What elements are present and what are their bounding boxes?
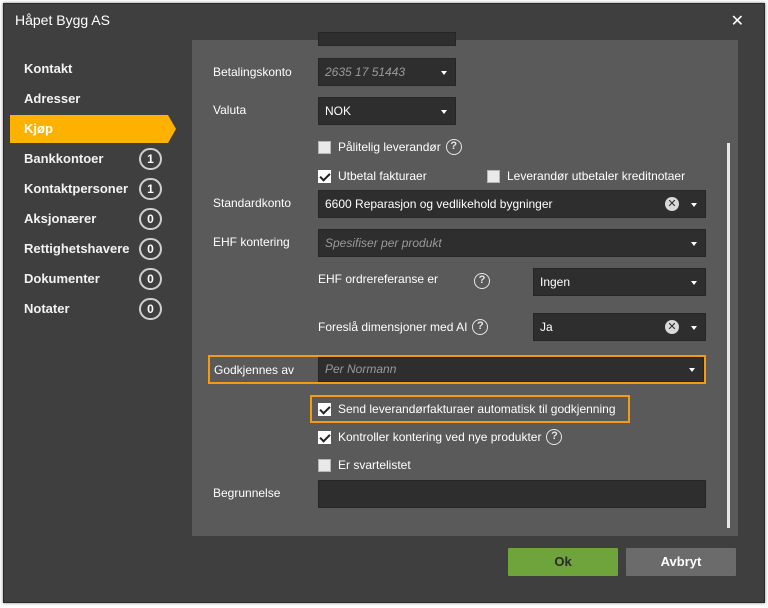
godkjennes-label: Godkjennes av	[214, 363, 295, 377]
chevron-down-icon	[689, 368, 695, 372]
nav-label: Dokumenter	[24, 271, 100, 286]
send-auto-checkbox[interactable]	[318, 402, 331, 416]
nav-label: Kontakt	[24, 61, 73, 76]
betalingskonto-label: Betalingskonto	[213, 65, 292, 79]
betalingskonto-select[interactable]: 2635 17 51443	[318, 58, 456, 86]
ehf-kontering-placeholder: Spesifiser per produkt	[325, 236, 442, 250]
chevron-down-icon	[441, 71, 447, 75]
chevron-down-icon	[691, 242, 697, 246]
godkjennes-placeholder: Per Normann	[325, 362, 397, 376]
nav-label: Adresser	[24, 91, 81, 106]
nav-label: Rettighetshavere	[24, 241, 130, 256]
ok-button[interactable]: Ok	[508, 548, 618, 576]
nav-label: Notater	[24, 301, 70, 316]
nav-label: Kontaktpersoner	[24, 181, 129, 196]
foresla-label: Foreslå dimensjoner med AI	[318, 320, 468, 334]
nav-item-dokumenter[interactable]: Dokumenter 0	[10, 265, 178, 293]
utbetal-label: Utbetal fakturaer	[338, 169, 427, 183]
cancel-button[interactable]: Avbryt	[626, 548, 736, 576]
utbetal-row: Utbetal fakturaer	[318, 169, 427, 183]
nav-label: Bankkontoer	[24, 151, 104, 166]
foresla-label-row: Foreslå dimensjoner med AI ?	[318, 319, 489, 335]
kreditnotaer-row: Leverandør utbetaler kreditnotaer	[487, 169, 685, 183]
ehf-kontering-select[interactable]: Spesifiser per produkt	[318, 229, 706, 257]
dialog-title: Håpet Bygg AS	[15, 12, 110, 28]
chevron-down-icon	[691, 203, 697, 207]
nav-item-rettighetshavere[interactable]: Rettighetshavere 0	[10, 235, 178, 263]
svarteliste-checkbox[interactable]	[318, 458, 331, 472]
count-badge: 1	[139, 178, 162, 200]
help-icon[interactable]: ?	[474, 273, 490, 289]
close-icon[interactable]: ✕	[731, 11, 744, 31]
help-icon[interactable]: ?	[472, 319, 489, 335]
count-badge: 0	[139, 298, 162, 320]
count-badge: 1	[139, 148, 162, 170]
chevron-down-icon	[691, 281, 697, 285]
nav-item-bankkontoer[interactable]: Bankkontoer 1	[10, 145, 178, 173]
help-icon[interactable]: ?	[445, 139, 462, 155]
nav-item-notater[interactable]: Notater 0	[10, 295, 178, 323]
nav-item-kjop[interactable]: Kjøp	[10, 115, 176, 143]
kontroller-row: Kontroller kontering ved nye produkter ?	[318, 429, 563, 445]
palitelig-checkbox[interactable]	[318, 140, 331, 154]
valuta-value: NOK	[325, 104, 352, 118]
clear-icon[interactable]: ✕	[665, 197, 679, 211]
kontroller-checkbox[interactable]	[318, 430, 331, 444]
nav-item-kontaktpersoner[interactable]: Kontaktpersoner 1	[10, 175, 178, 203]
count-badge: 0	[139, 238, 162, 260]
foresla-value: Ja	[540, 320, 553, 334]
send-auto-row: Send leverandørfakturaer automatisk til …	[318, 402, 616, 416]
begrunnelse-input[interactable]	[318, 480, 706, 508]
standardkonto-label: Standardkonto	[213, 196, 292, 210]
svarteliste-row: Er svartelistet	[318, 458, 411, 472]
ehf-ordre-value: Ingen	[540, 275, 571, 289]
betalingskonto-value: 2635 17 51443	[325, 65, 406, 79]
svarteliste-label: Er svartelistet	[338, 458, 411, 472]
help-icon[interactable]: ?	[546, 429, 563, 445]
valuta-select[interactable]: NOK	[318, 97, 456, 125]
ehf-ordre-label: EHF ordrereferanse er	[318, 272, 439, 286]
standardkonto-value: 6600 Reparasjon og vedlikehold bygninger	[325, 197, 553, 211]
palitelig-label: Pålitelig leverandør	[338, 140, 441, 154]
utbetal-checkbox[interactable]	[318, 169, 331, 183]
clear-icon[interactable]: ✕	[665, 320, 679, 334]
cutoff-field[interactable]	[318, 32, 456, 46]
chevron-down-icon	[691, 326, 697, 330]
palitelig-row: Pålitelig leverandør ?	[318, 139, 462, 155]
begrunnelse-label: Begrunnelse	[213, 486, 281, 500]
kreditnotaer-label: Leverandør utbetaler kreditnotaer	[507, 169, 686, 183]
chevron-down-icon	[441, 110, 447, 114]
nav-item-adresser[interactable]: Adresser	[10, 85, 178, 113]
scrollbar[interactable]	[727, 143, 730, 528]
kreditnotaer-checkbox[interactable]	[487, 169, 500, 183]
nav-label: Kjøp	[24, 121, 53, 136]
nav-item-kontakt[interactable]: Kontakt	[10, 55, 178, 83]
send-auto-label: Send leverandørfakturaer automatisk til …	[338, 402, 616, 416]
standardkonto-select[interactable]: 6600 Reparasjon og vedlikehold bygninger…	[318, 190, 706, 218]
godkjennes-select[interactable]: Per Normann	[318, 357, 704, 382]
count-badge: 0	[139, 208, 162, 230]
valuta-label: Valuta	[213, 103, 247, 117]
ehf-ordre-select[interactable]: Ingen	[533, 268, 706, 296]
nav-label: Aksjonærer	[24, 211, 97, 226]
foresla-select[interactable]: Ja ✕	[533, 313, 706, 341]
ehf-kontering-label: EHF kontering	[213, 235, 290, 249]
kontroller-label: Kontroller kontering ved nye produkter	[338, 430, 542, 444]
ehf-ordre-label-row: EHF ordrereferanse er	[318, 272, 438, 286]
count-badge: 0	[139, 268, 162, 290]
nav-item-aksjonaerer[interactable]: Aksjonærer 0	[10, 205, 178, 233]
